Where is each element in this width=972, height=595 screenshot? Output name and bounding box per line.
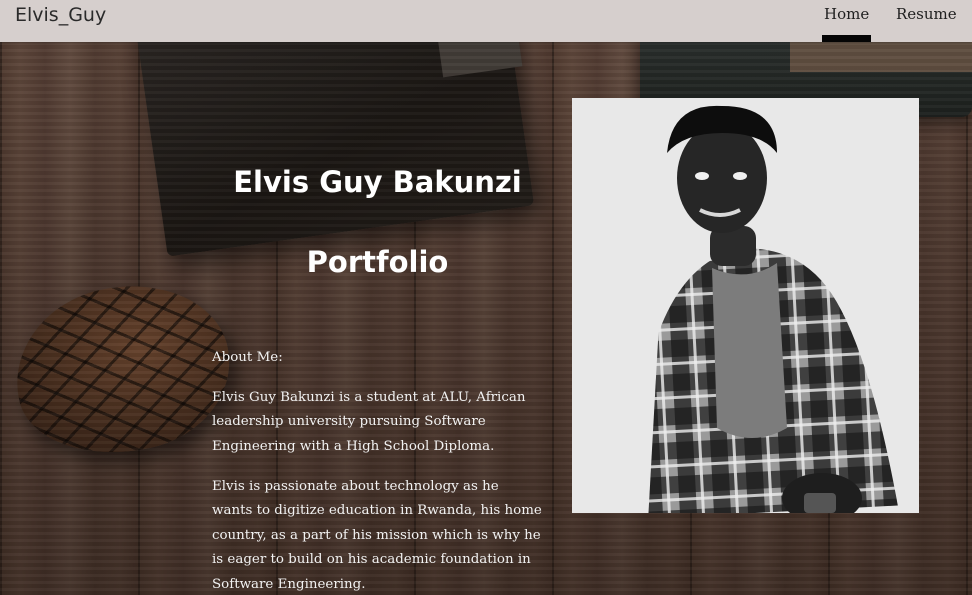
nav-link-home[interactable]: Home xyxy=(824,5,869,23)
nav-link-resume[interactable]: Resume xyxy=(896,5,957,23)
about-paragraph-1: Elvis Guy Bakunzi is a student at ALU, A… xyxy=(212,390,526,454)
profile-photo xyxy=(572,98,919,513)
book-pages-decoration xyxy=(437,42,523,78)
pinecone-decoration xyxy=(0,266,245,473)
about-paragraph-2: Elvis is passionate about technology as … xyxy=(212,479,542,592)
device-edge-decoration xyxy=(790,42,972,72)
hero-name: Elvis Guy Bakunzi xyxy=(233,165,522,199)
about-label: About Me: xyxy=(212,350,283,365)
brand-logo[interactable]: Elvis_Guy xyxy=(15,4,106,26)
active-tab-indicator xyxy=(822,35,871,42)
top-navbar: Elvis_Guy Home Resume xyxy=(0,0,972,42)
profile-photo-illustration xyxy=(572,98,919,513)
book-decoration xyxy=(135,42,535,257)
hero-subtitle: Portfolio xyxy=(306,245,449,279)
